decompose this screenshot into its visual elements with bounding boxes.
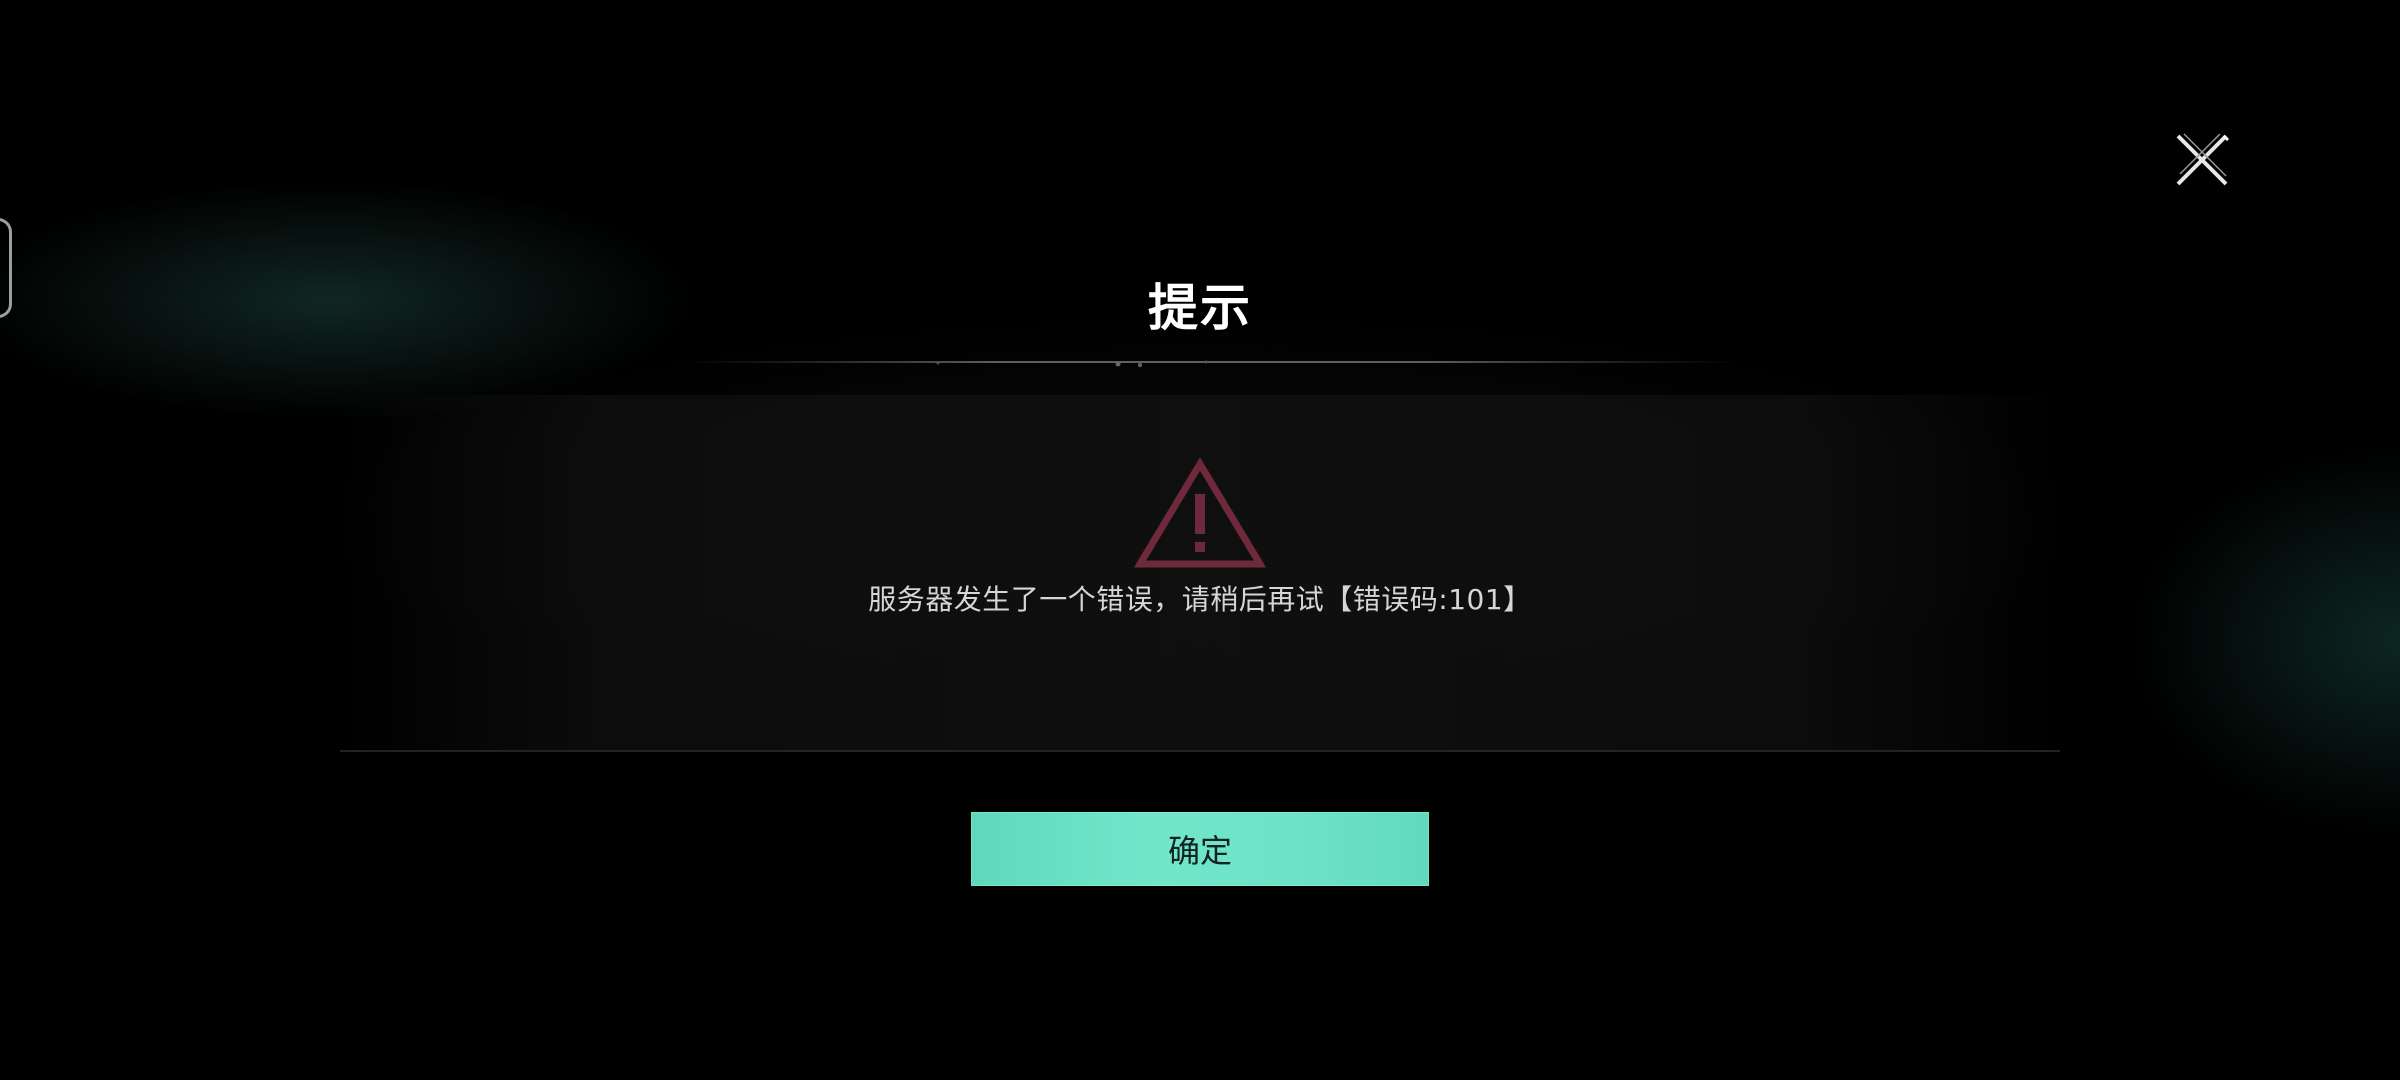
warning-triangle-icon	[1134, 458, 1266, 570]
dialog-title: 提示	[1148, 279, 1252, 337]
dialog-panel	[340, 395, 2060, 752]
title-divider	[680, 358, 1740, 368]
close-button[interactable]	[2172, 130, 2232, 190]
error-message: 服务器发生了一个错误，请稍后再试【错误码:101】	[868, 583, 1532, 616]
confirm-button[interactable]: 确定	[971, 812, 1429, 886]
game-screen: 提示 服务器发生了一个错误，请稍后再试【错误码:101】 确定	[0, 0, 2400, 1080]
close-icon	[2176, 133, 2230, 186]
